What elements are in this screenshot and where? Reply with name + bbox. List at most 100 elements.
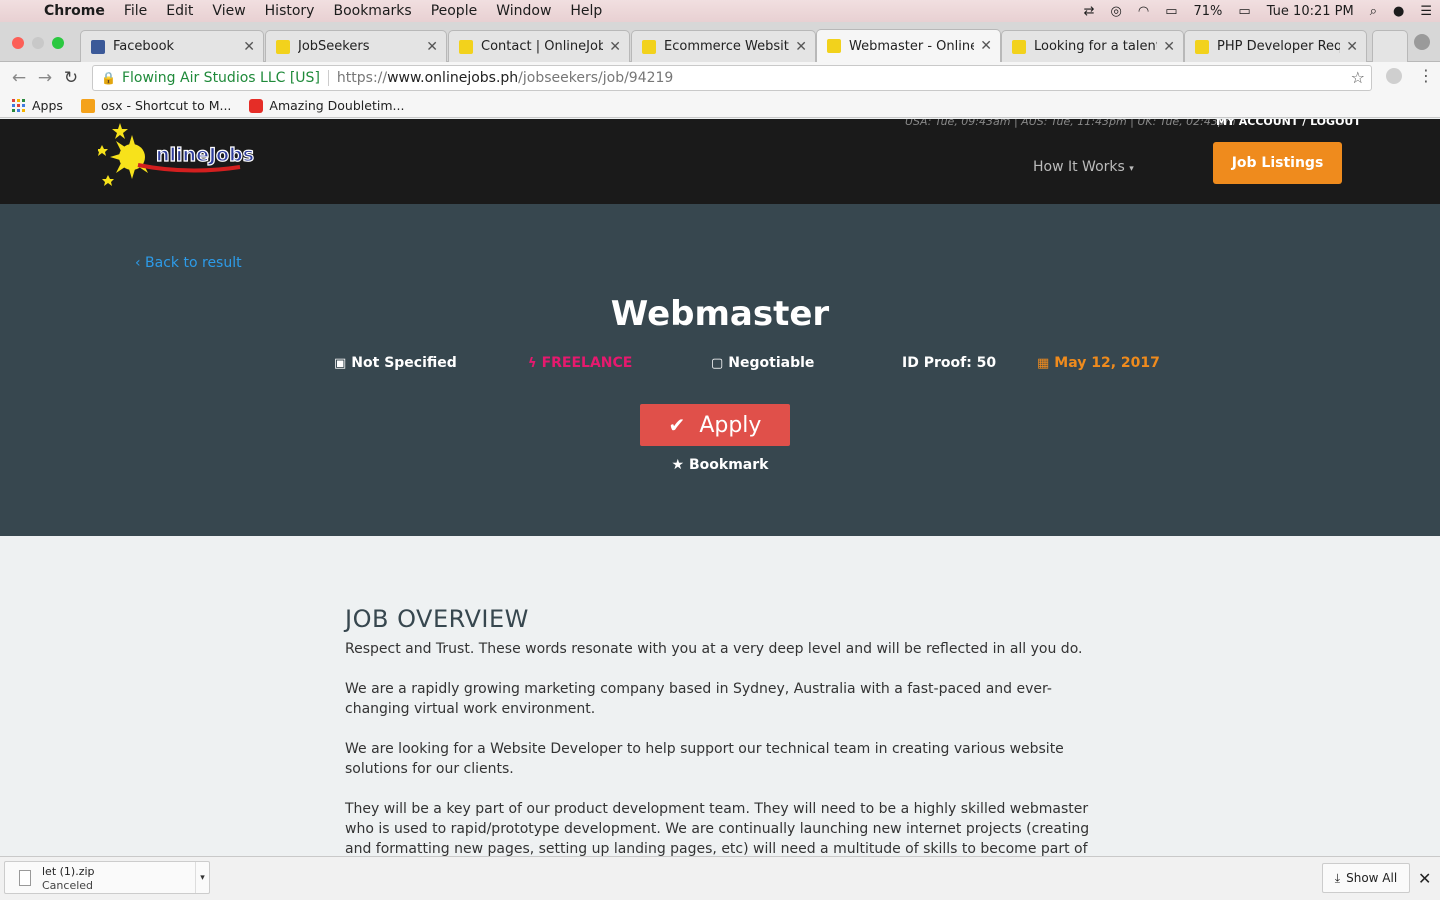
bookmark-job-link[interactable]: ★ Bookmark [0, 457, 1440, 473]
tab-close-icon[interactable]: ✕ [426, 39, 438, 55]
tab-title: Contact | OnlineJobs.p [481, 39, 603, 54]
tab-contact[interactable]: Contact | OnlineJobs.p ✕ [448, 30, 630, 62]
forward-arrow-icon[interactable]: → [32, 68, 58, 88]
tab-title: Looking for a talented [1034, 39, 1157, 54]
overview-heading: JOB OVERVIEW [345, 605, 529, 633]
menu-app-chrome[interactable]: Chrome [44, 3, 105, 19]
tab-title: Facebook [113, 39, 175, 54]
tab-close-icon[interactable]: ✕ [795, 39, 807, 55]
macos-menubar: Chrome File Edit View History Bookmarks … [0, 0, 1440, 22]
downloads-shelf: let (1).zip Canceled ▾ ⤓ Show All ✕ [0, 856, 1440, 900]
job-title: Webmaster [610, 294, 830, 334]
menu-view[interactable]: View [212, 3, 245, 19]
menu-history[interactable]: History [265, 3, 315, 19]
menubar-clock[interactable]: Tue 10:21 PM [1267, 4, 1354, 19]
ev-certificate-name[interactable]: Flowing Air Studios LLC [US] [122, 70, 329, 86]
hours-value: Not Specified [351, 355, 457, 371]
date-value: May 12, 2017 [1054, 355, 1160, 371]
siri-icon[interactable]: ● [1393, 4, 1404, 19]
menu-people[interactable]: People [431, 3, 478, 19]
tab-close-icon[interactable]: ✕ [609, 39, 621, 55]
onlinejobs-favicon-icon [276, 39, 290, 54]
close-window-button[interactable] [12, 37, 24, 49]
nav-label: How It Works [1033, 159, 1125, 175]
onlinejobs-favicon-icon [1195, 39, 1209, 54]
sync-icon[interactable]: ◎ [1111, 4, 1122, 19]
lock-icon[interactable]: 🔒 [101, 71, 116, 85]
tab-title: PHP Developer Require [1217, 39, 1341, 54]
overview-paragraph: They will be a key part of our product d… [345, 801, 1090, 856]
bolt-icon: ϟ [528, 355, 537, 371]
how-it-works-dropdown[interactable]: How It Works ▾ [1033, 159, 1134, 175]
onlinejobs-favicon-icon [1012, 39, 1026, 54]
url-host: www.onlinejobs.ph [387, 70, 519, 86]
airplay-icon[interactable]: ▭ [1165, 4, 1177, 19]
tab-facebook[interactable]: Facebook ✕ [80, 30, 264, 62]
close-downloads-icon[interactable]: ✕ [1418, 869, 1431, 888]
caret-down-icon: ▾ [1129, 164, 1134, 174]
menu-window[interactable]: Window [496, 3, 551, 19]
bookmark-label: Amazing Doubletim... [269, 98, 405, 113]
type-value: FREELANCE [541, 355, 633, 371]
reload-icon[interactable]: ↻ [58, 68, 84, 88]
tab-ecommerce[interactable]: Ecommerce Website - ✕ [631, 30, 816, 62]
tab-close-icon[interactable]: ✕ [1346, 39, 1358, 55]
back-arrow-icon[interactable]: ← [6, 68, 32, 88]
battery-icon[interactable]: ▭ [1238, 4, 1250, 19]
back-to-result-link[interactable]: ‹ Back to result [135, 255, 242, 271]
apply-button[interactable]: ✔ Apply [640, 404, 790, 446]
my-account-logout-link[interactable]: MY ACCOUNT / LOGOUT [1216, 119, 1361, 128]
bookmark-apps[interactable]: Apps [12, 98, 63, 113]
bookmark-amazing-doubletime[interactable]: Amazing Doubletim... [249, 98, 404, 113]
new-tab-button[interactable] [1372, 30, 1408, 62]
overview-paragraph: We are looking for a Website Developer t… [345, 741, 1064, 777]
page-viewport: nlineJobs USA: Tue, 09:43am | AUS: Tue, … [0, 119, 1440, 856]
show-all-downloads-button[interactable]: ⤓ Show All [1322, 863, 1410, 893]
tab-close-icon[interactable]: ✕ [243, 39, 255, 55]
tab-php-developer[interactable]: PHP Developer Require ✕ [1184, 30, 1367, 62]
download-menu-caret-icon[interactable]: ▾ [195, 862, 209, 893]
bookmark-osx-shortcut[interactable]: osx - Shortcut to M... [80, 98, 232, 113]
address-bar[interactable]: 🔒 Flowing Air Studios LLC [US] https:// … [92, 65, 1372, 91]
bookmark-label: osx - Shortcut to M... [100, 98, 232, 113]
briefcase-icon: ▣ [334, 355, 347, 371]
job-id-proof: ID Proof: 50 [902, 355, 996, 371]
onlinejobs-favicon-icon [459, 39, 473, 54]
tab-close-icon[interactable]: ✕ [1163, 39, 1175, 55]
menu-bookmarks[interactable]: Bookmarks [333, 3, 411, 19]
tab-title: JobSeekers [298, 39, 370, 54]
minimize-window-button[interactable] [32, 37, 44, 49]
wifi-icon[interactable]: ◠ [1138, 4, 1149, 19]
menu-help[interactable]: Help [570, 3, 602, 19]
job-listings-button[interactable]: Job Listings [1213, 142, 1342, 184]
site-header: nlineJobs USA: Tue, 09:43am | AUS: Tue, … [0, 119, 1440, 204]
chrome-menu-icon[interactable]: ⋮ [1418, 66, 1434, 85]
apply-label: Apply [699, 412, 762, 438]
spotlight-icon[interactable]: ⌕ [1370, 4, 1377, 19]
stackoverflow-favicon-icon [80, 98, 95, 113]
notification-center-icon[interactable]: ☰ [1420, 4, 1432, 19]
tab-close-icon[interactable]: ✕ [980, 38, 992, 54]
tab-webmaster-active[interactable]: Webmaster - OnlineJol ✕ [816, 29, 1001, 62]
file-icon [19, 870, 31, 886]
bookmark-label: Bookmark [688, 457, 769, 473]
menu-edit[interactable]: Edit [166, 3, 193, 19]
zoom-window-button[interactable] [52, 37, 64, 49]
skype-extension-icon[interactable] [1386, 68, 1402, 84]
menu-file[interactable]: File [124, 3, 147, 19]
bookmark-star-icon[interactable]: ☆ [1351, 68, 1365, 87]
tab-looking-for-talented[interactable]: Looking for a talented ✕ [1001, 30, 1184, 62]
job-hero: ‹ Back to result Webmaster ▣ Not Specifi… [0, 204, 1440, 536]
calendar-icon: ▦ [1037, 355, 1050, 371]
timezone-info: USA: Tue, 09:43am | AUS: Tue, 11:43pm | … [905, 119, 1236, 128]
apps-grid-icon [12, 98, 25, 112]
download-item[interactable]: let (1).zip Canceled ▾ [4, 861, 210, 894]
bookmarks-bar: Apps osx - Shortcut to M... Amazing Doub… [0, 94, 1440, 118]
facebook-favicon-icon [91, 39, 105, 54]
teamviewer-icon[interactable]: ⇄ [1084, 4, 1095, 19]
job-type: ϟ FREELANCE [528, 355, 632, 371]
download-filename: let (1).zip [42, 865, 95, 878]
tab-jobseekers[interactable]: JobSeekers ✕ [265, 30, 447, 62]
onlinejobs-logo[interactable]: nlineJobs [98, 123, 258, 189]
profile-avatar-icon[interactable] [1414, 34, 1430, 50]
